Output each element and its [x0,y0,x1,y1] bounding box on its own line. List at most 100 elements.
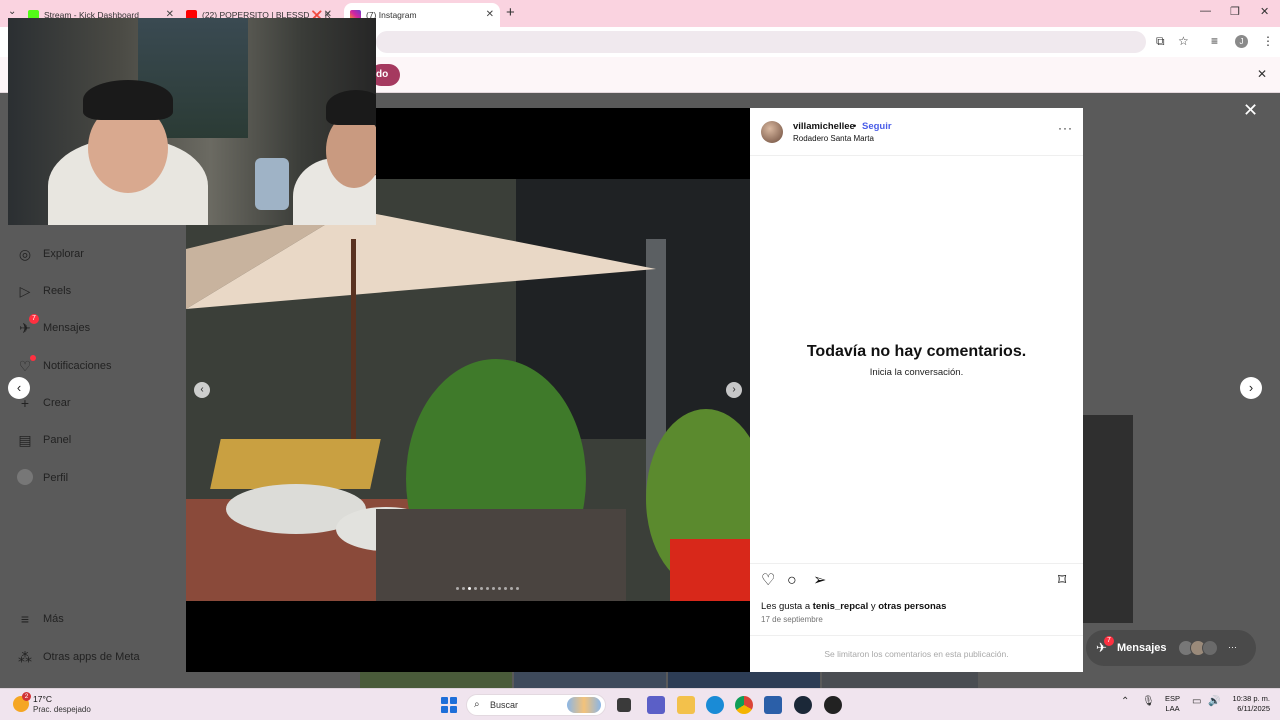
new-tab-button[interactable]: + [506,4,515,21]
sidebar-item-perfil[interactable]: Perfil [16,469,68,487]
post-username[interactable]: villamichellee [793,121,855,132]
kebab-menu-icon[interactable]: ⋮ [1262,34,1274,48]
clock-time: 10:38 p. m. [1232,694,1270,703]
restore-icon[interactable]: ❐ [1230,5,1240,18]
taskbar: 2 17°C Prac. despejado ⌕ Buscar ⌃ 🎙 ESP … [0,688,1280,720]
menu-icon: ≡ [20,611,30,627]
messenger-icon: ✈ 7 [16,314,39,337]
notification-dot [30,355,36,361]
media-previous-button[interactable]: ‹ [194,382,210,398]
grid-thumbnail[interactable] [822,671,978,688]
edge-icon[interactable] [706,696,724,714]
separator-dot: • [853,121,857,132]
language-indicator[interactable]: ESP LAA [1165,694,1180,714]
liked-by-others-link[interactable]: otras personas [878,601,946,612]
sidebar-item-label: Explorar [43,248,84,260]
unread-badge: 7 [29,314,39,324]
messages-label: Mensajes [1117,642,1167,654]
sidebar-item-label: Otras apps de Meta [43,651,140,663]
webcam-cap [83,80,173,120]
sidebar-item-reels[interactable]: ▷ Reels [16,282,72,300]
share-icon[interactable]: ➢ [813,572,826,590]
taskbar-search[interactable]: ⌕ Buscar [466,694,606,716]
volume-icon[interactable]: 🔊 [1208,696,1220,707]
clock-date: 6/11/2025 [1237,704,1270,713]
address-bar[interactable] [376,31,1146,53]
search-label: Buscar [490,700,519,710]
avatar [16,469,34,487]
more-icon: ··· [1228,642,1237,652]
sidebar-item-label: Panel [43,434,72,446]
weather-condition[interactable]: Prac. despejado [33,705,91,714]
message-avatars [1178,640,1228,656]
sidebar-item-label: Mensajes [43,322,91,334]
sidebar-item-label: Crear [43,397,71,409]
empty-comments-title: Todavía no hay comentarios. [806,343,1027,360]
grid-thumbnail[interactable] [514,671,666,688]
close-icon[interactable]: ✕ [486,9,494,20]
phone [255,158,289,210]
chart-icon: ▤ [18,432,32,448]
profile-avatar[interactable]: J [1235,35,1248,48]
grid-thumbnail[interactable] [360,671,512,688]
sidebar-item-label: Perfil [43,472,69,484]
unread-badge: 7 [1104,636,1114,646]
sidebar-item-explorar[interactable]: ◎ Explorar [16,245,84,263]
grid-thumbnail[interactable] [668,671,820,688]
language-code: ESP [1165,694,1181,703]
app-icon[interactable] [824,696,842,714]
likes-summary: Les gusta a tenis_repcal y otras persona… [761,601,946,612]
store-icon[interactable] [764,696,782,714]
sidebar-item-mensajes[interactable]: ✈ 7 Mensajes [16,314,91,337]
tab-search-chevron-icon[interactable]: ⌄ [8,6,16,17]
network-icon[interactable]: ▭ [1192,696,1201,707]
sidebar-item-notificaciones[interactable]: ♡ Notificaciones [16,355,111,375]
steam-icon[interactable] [794,696,812,714]
chrome-icon[interactable] [735,696,753,714]
search-icon: ⌕ [474,699,480,710]
close-icon[interactable]: ✕ [1257,67,1267,81]
file-explorer-icon[interactable] [677,696,695,714]
task-view-icon[interactable] [617,698,631,712]
next-post-button[interactable]: › [1240,377,1262,399]
webcam-cap [326,90,376,125]
weather-temperature[interactable]: 17°C [33,694,52,704]
post-location[interactable]: Rodadero Santa Marta [793,134,874,143]
start-button[interactable] [441,697,457,713]
media-next-button[interactable]: › [726,382,742,398]
sidebar-item-label: Reels [43,285,72,297]
grid-thumbnail[interactable] [1083,415,1133,623]
like-icon[interactable]: ♡ [761,572,775,590]
sidebar-item-label: Más [43,613,64,625]
messages-floating-button[interactable]: ✈ 7 Mensajes ··· [1086,630,1256,666]
follow-button[interactable]: Seguir [862,121,892,132]
sidebar-item-panel[interactable]: ▤ Panel [16,431,71,449]
webcam-overlay [8,18,376,225]
teams-icon[interactable] [647,696,665,714]
previous-post-button[interactable]: ‹ [8,377,30,399]
media-controls-icon[interactable]: ≡ [1211,34,1218,48]
comment-icon[interactable]: ○ [787,572,797,590]
install-app-icon[interactable]: ⧉ [1156,34,1165,49]
bookmark-star-icon[interactable]: ☆ [1178,34,1189,48]
avatar[interactable] [761,121,783,143]
clock[interactable]: 10:38 p. m. 6/11/2025 [1226,694,1270,714]
post-date[interactable]: 17 de septiembre [761,615,823,624]
chevron-up-icon[interactable]: ⌃ [1121,696,1129,707]
post-details-panel: villamichellee • Seguir Rodadero Santa M… [750,108,1083,672]
likes-joiner: y [870,601,876,612]
carousel-indicator [456,587,519,590]
close-modal-button[interactable]: ✕ [1243,100,1258,121]
window-close-icon[interactable]: ✕ [1260,5,1269,18]
search-highlight-image [567,697,601,713]
empty-comments-subtitle: Inicia la conversación. [869,367,964,378]
liked-by-user-link[interactable]: tenis_repcal [813,601,868,612]
weather-badge: 2 [22,692,31,701]
reels-icon: ▷ [19,283,31,299]
save-bookmark-icon[interactable]: ⌑ [1058,572,1066,590]
more-options-icon[interactable]: ··· [1058,121,1073,135]
microphone-icon[interactable]: 🎙 [1142,696,1155,707]
minimize-icon[interactable]: — [1200,5,1211,17]
sidebar-item-mas[interactable]: ≡ Más [16,610,64,628]
sidebar-item-otras-apps[interactable]: ⁂ Otras apps de Meta [16,648,140,666]
